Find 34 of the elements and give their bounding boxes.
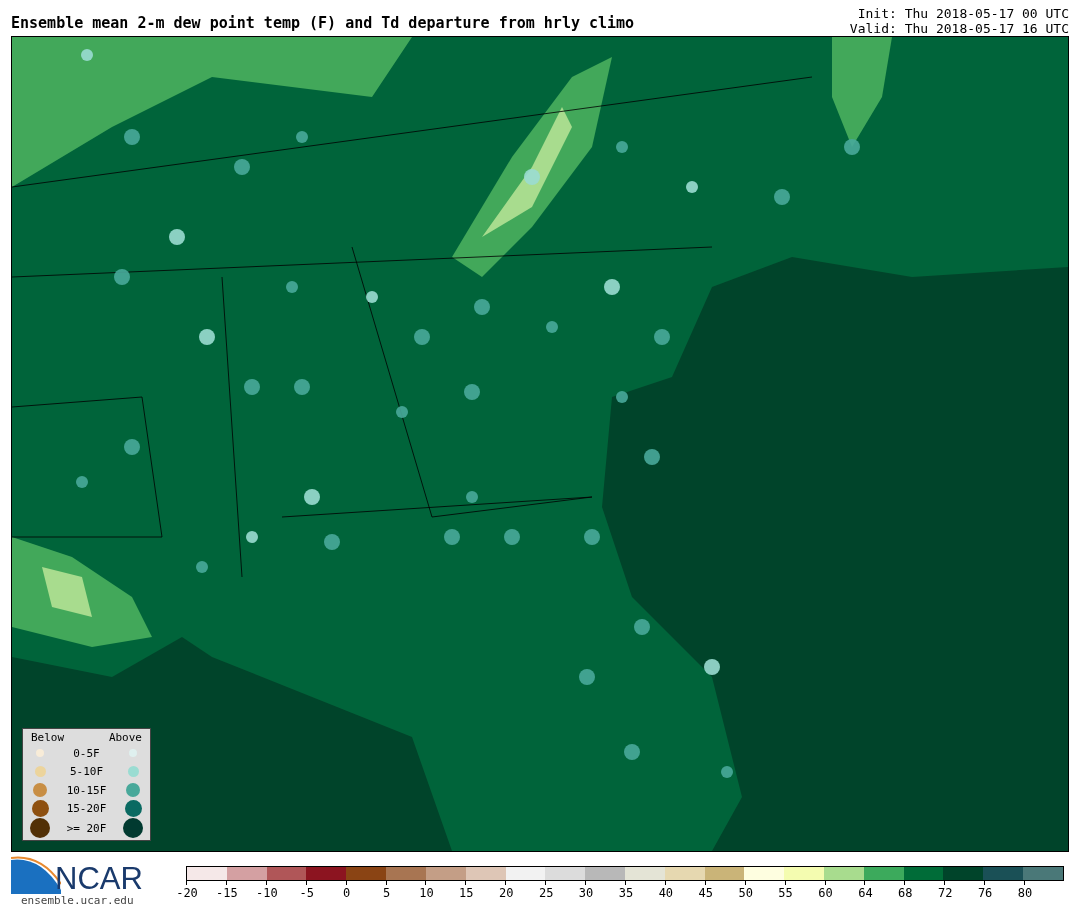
legend-range-label: >= 20F [65,821,108,835]
colorbar-tick-label: 68 [898,886,913,900]
colorbar-tick-label: 72 [938,886,953,900]
colorbar-tick-label: 30 [578,886,594,900]
colorbar-tick-label: -10 [255,886,278,900]
site-url: ensemble.ucar.edu [21,894,135,907]
chart-title: Ensemble mean 2-m dew point temp (F) and Td departure from hrly climo [11,14,635,34]
colorbar-tick-label: 76 [977,886,993,900]
colorbar-tick-label: -5 [299,886,314,900]
colorbar-tick-label: 40 [658,886,674,900]
colorbar-tick-label: 25 [538,886,554,900]
valid-time: Valid: Thu 2018-05-17 16 UTC [849,21,1069,36]
colorbar-tick-label: 80 [1017,886,1033,900]
logo-text: NCAR [55,864,143,894]
colorbar-tick-label: -20 [176,886,198,900]
legend-range-label: 10-15F [65,783,108,797]
colorbar-tick-label: 45 [698,886,713,900]
colorbar-tick-label: 35 [618,886,634,900]
colorbar-tick-label: 64 [858,886,873,900]
colorbar-tick-label: 0 [343,886,351,900]
colorbar-tick-label: 10 [419,886,434,900]
legend-above-label: Above [108,731,142,744]
colorbar-tick-label: 55 [778,886,793,900]
colorbar-tick-label: -15 [216,886,238,900]
legend-below-label: Below [31,731,65,744]
colorbar-tick-label: 60 [818,886,833,900]
colorbar-tick-label: 20 [499,886,514,900]
legend-range-label: 5-10F [68,765,105,779]
colorbar-tick-label: 5 [382,886,391,900]
init-time: Init: Thu 2018-05-17 00 UTC [857,6,1069,21]
colorbar-tick-label: 15 [459,886,474,900]
legend-range-label: 0-5F [72,746,101,760]
colorbar-tick-label: 50 [738,886,753,900]
legend-range-label: 15-20F [65,802,108,816]
